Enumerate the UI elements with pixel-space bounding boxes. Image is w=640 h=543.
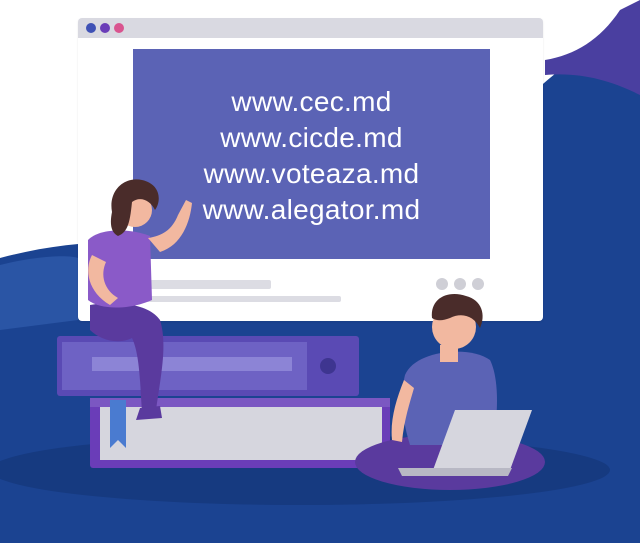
- foreground-illustration: [57, 179, 545, 490]
- book-top-dot: [320, 358, 336, 374]
- book-top-band: [92, 357, 292, 371]
- man-with-laptop: [355, 294, 545, 490]
- laptop-base: [398, 468, 512, 476]
- book-bottom-spine: [90, 398, 390, 407]
- stack-of-books: [57, 336, 390, 468]
